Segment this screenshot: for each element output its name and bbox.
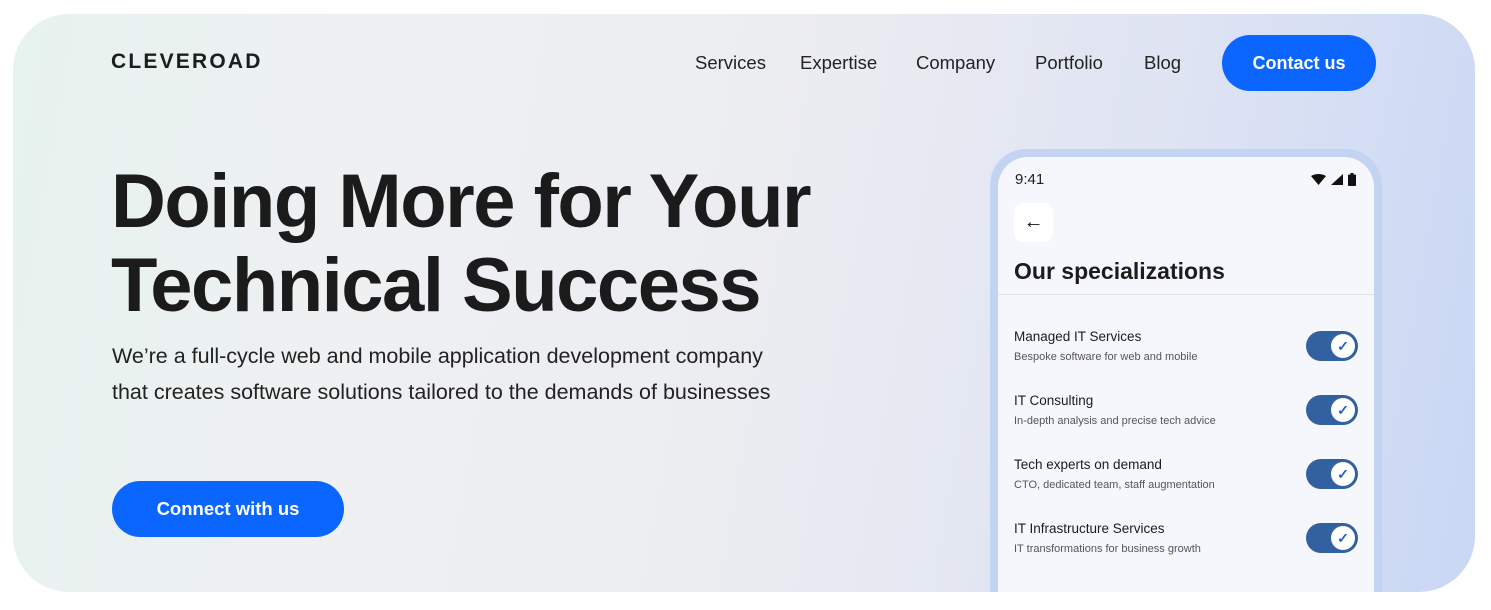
item-desc: In-depth analysis and precise tech advic… bbox=[1014, 415, 1216, 427]
battery-icon bbox=[1348, 173, 1356, 186]
subtitle-line-2: that creates software solutions tailored… bbox=[112, 380, 771, 404]
list-item: Managed IT Services Bespoke software for… bbox=[1014, 329, 1358, 369]
nav-services[interactable]: Services bbox=[695, 52, 766, 74]
divider bbox=[998, 294, 1374, 295]
wifi-icon bbox=[1311, 174, 1326, 185]
title-line-2: Technical Success bbox=[111, 243, 762, 328]
item-title: IT Consulting bbox=[1014, 393, 1094, 408]
hero-subtitle: We’re a full-cycle web and mobile applic… bbox=[112, 338, 892, 410]
check-icon: ✓ bbox=[1331, 526, 1355, 550]
item-title: IT Infrastructure Services bbox=[1014, 521, 1165, 536]
title-line-1: Doing More for Your bbox=[111, 159, 812, 244]
nav-company[interactable]: Company bbox=[916, 52, 995, 74]
check-icon: ✓ bbox=[1331, 334, 1355, 358]
toggle[interactable]: ✓ bbox=[1306, 331, 1358, 361]
check-icon: ✓ bbox=[1331, 398, 1355, 422]
status-icons bbox=[1311, 173, 1356, 186]
nav-expertise[interactable]: Expertise bbox=[800, 52, 877, 74]
item-desc: Bespoke software for web and mobile bbox=[1014, 351, 1198, 363]
hero-card: CLEVEROAD Services Expertise Company Por… bbox=[13, 14, 1475, 592]
connect-button[interactable]: Connect with us bbox=[112, 481, 344, 537]
list-item: Tech experts on demand CTO, dedicated te… bbox=[1014, 457, 1358, 497]
phone-screen: 9:41 ← Our specializations Managed IT Se… bbox=[998, 157, 1374, 592]
check-icon: ✓ bbox=[1331, 462, 1355, 486]
list-item: IT Consulting In-depth analysis and prec… bbox=[1014, 393, 1358, 433]
back-button[interactable]: ← bbox=[1014, 203, 1053, 242]
page-title: Doing More for Your Technical Success bbox=[111, 159, 812, 328]
logo[interactable]: CLEVEROAD bbox=[111, 50, 263, 74]
signal-icon bbox=[1331, 174, 1343, 185]
nav-blog[interactable]: Blog bbox=[1144, 52, 1181, 74]
contact-us-button[interactable]: Contact us bbox=[1222, 35, 1376, 91]
item-desc: CTO, dedicated team, staff augmentation bbox=[1014, 479, 1215, 491]
nav-portfolio[interactable]: Portfolio bbox=[1035, 52, 1103, 74]
item-title: Managed IT Services bbox=[1014, 329, 1142, 344]
subtitle-line-1: We’re a full-cycle web and mobile applic… bbox=[112, 344, 763, 368]
item-desc: IT transformations for business growth bbox=[1014, 543, 1201, 555]
screen-title: Our specializations bbox=[1014, 258, 1225, 284]
phone-mockup: 9:41 ← Our specializations Managed IT Se… bbox=[990, 149, 1382, 592]
toggle[interactable]: ✓ bbox=[1306, 395, 1358, 425]
arrow-left-icon: ← bbox=[1023, 211, 1044, 233]
item-title: Tech experts on demand bbox=[1014, 457, 1162, 472]
status-time: 9:41 bbox=[1015, 171, 1045, 188]
list-item: IT Infrastructure Services IT transforma… bbox=[1014, 521, 1358, 561]
toggle[interactable]: ✓ bbox=[1306, 459, 1358, 489]
toggle[interactable]: ✓ bbox=[1306, 523, 1358, 553]
